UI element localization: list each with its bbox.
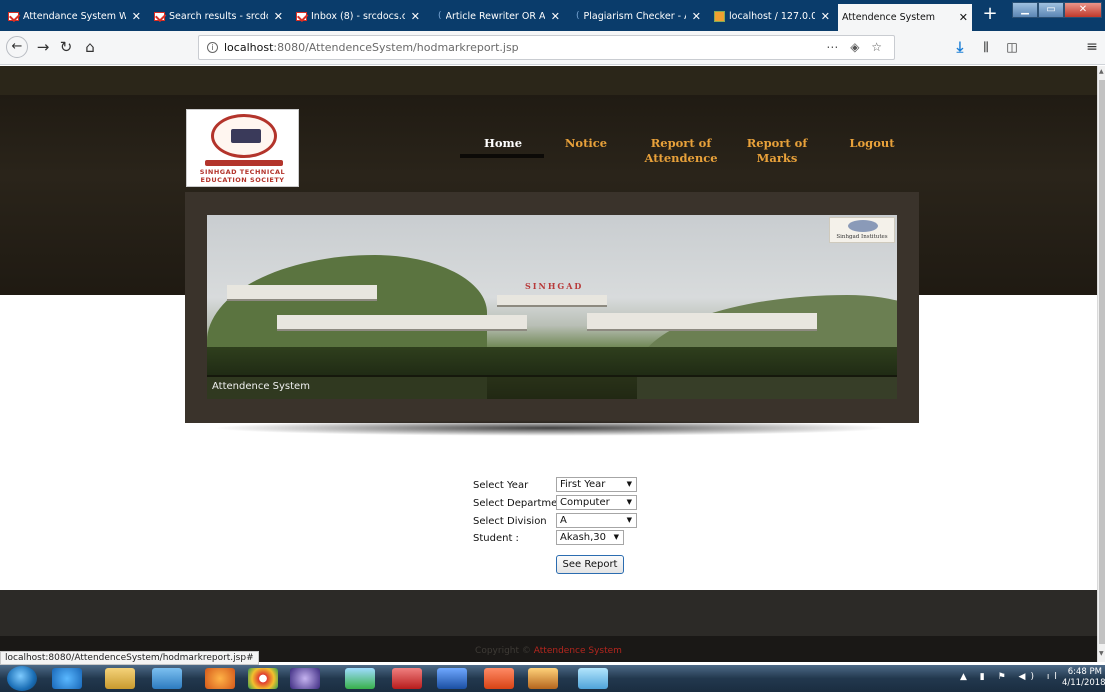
sinhgad-institutes-logo: Sinhgad Institutes bbox=[829, 217, 895, 243]
status-bar-url: localhost:8080/AttendenceSystem/hodmarkr… bbox=[0, 651, 259, 665]
gmail-icon bbox=[296, 11, 307, 21]
scroll-thumb[interactable] bbox=[1099, 80, 1105, 644]
active-menu-indicator bbox=[460, 154, 544, 158]
url-path: :8080/AttendenceSystem/hodmarkreport.jsp bbox=[273, 41, 519, 54]
window-close-icon[interactable]: ✕ bbox=[1064, 2, 1102, 18]
close-icon[interactable]: ✕ bbox=[959, 11, 968, 24]
internet-explorer-icon[interactable] bbox=[52, 668, 82, 689]
web-page: SINHGAD TECHNICAL EDUCATION SOCIETY Home… bbox=[0, 66, 1097, 662]
dropdown-arrow-icon: ▼ bbox=[626, 480, 632, 488]
gmail-icon bbox=[154, 11, 165, 21]
tab-article-rewriter[interactable]: ( Article Rewriter OR Art ✕ bbox=[434, 4, 564, 28]
tab-label: Plagiarism Checker - A bbox=[583, 10, 686, 22]
tab-label: Attendence System bbox=[842, 12, 936, 23]
logo-emblem-icon bbox=[211, 114, 277, 158]
close-icon[interactable]: ✕ bbox=[692, 10, 701, 23]
dropdown-arrow-icon: ▼ bbox=[626, 498, 632, 506]
media-player-icon[interactable] bbox=[152, 668, 182, 689]
menu-report-of-attendence[interactable]: Report of Attendence bbox=[644, 136, 718, 166]
back-icon[interactable]: ← bbox=[6, 36, 28, 58]
page-actions-icon[interactable]: ⋯ ◈ ☆ bbox=[826, 40, 886, 54]
close-icon[interactable]: ✕ bbox=[132, 10, 141, 23]
system-tray-icons[interactable]: ▲ ▮ ⚑ ◀) ıl bbox=[960, 672, 1062, 682]
tab-attendence-system-active[interactable]: Attendence System ✕ bbox=[838, 4, 972, 31]
select-division-label: Select Division bbox=[473, 516, 547, 527]
select-year-label: Select Year bbox=[473, 480, 529, 491]
tab-plagiarism-checker[interactable]: ( Plagiarism Checker - A ✕ bbox=[572, 4, 705, 28]
footer-band bbox=[0, 590, 1097, 636]
year-select[interactable]: First Year ▼ bbox=[556, 477, 637, 492]
campus-banner-image: SINHGAD Sinhgad Institutes Attendence Sy… bbox=[207, 215, 897, 399]
browser-tab-bar: Attendance System W ✕ Search results - s… bbox=[0, 0, 1105, 31]
gmail-icon bbox=[8, 11, 19, 21]
url-bar[interactable]: i localhost:8080/AttendenceSystem/hodmar… bbox=[198, 35, 895, 60]
home-icon[interactable]: ⌂ bbox=[80, 37, 100, 57]
acrobat-icon[interactable] bbox=[392, 668, 422, 689]
generic-icon: ( bbox=[438, 11, 442, 21]
url-host: localhost bbox=[224, 41, 274, 54]
tab-phpmyadmin[interactable]: localhost / 127.0.0.1 / ✕ bbox=[710, 4, 834, 28]
department-select[interactable]: Computer ▼ bbox=[556, 495, 637, 510]
report-form: Select Year First Year ▼ Select Departme… bbox=[473, 475, 673, 574]
sidebar-icon[interactable]: ◫ bbox=[1002, 37, 1022, 57]
tab-label: Search results - srcdoc bbox=[169, 10, 268, 22]
dropdown-arrow-icon: ▼ bbox=[613, 533, 619, 541]
logo-text: SINHGAD TECHNICAL EDUCATION SOCIETY bbox=[199, 168, 286, 184]
scroll-up-icon[interactable]: ▲ bbox=[1099, 68, 1104, 75]
tab-search-results[interactable]: Search results - srcdoc ✕ bbox=[150, 4, 287, 28]
eclipse-icon[interactable] bbox=[290, 668, 320, 689]
menu-notice[interactable]: Notice bbox=[563, 136, 609, 151]
tab-label: Article Rewriter OR Art bbox=[445, 10, 545, 22]
student-label: Student : bbox=[473, 533, 519, 544]
minimize-icon[interactable]: ▁ bbox=[1012, 2, 1038, 18]
banner-caption: Attendence System bbox=[207, 375, 897, 399]
library-icon[interactable]: ⫼ bbox=[976, 37, 996, 57]
xampp-icon[interactable] bbox=[484, 668, 514, 689]
firefox-icon[interactable] bbox=[205, 668, 235, 689]
banner-shadow bbox=[210, 420, 890, 436]
netbeans-icon[interactable] bbox=[528, 668, 558, 689]
division-select[interactable]: A ▼ bbox=[556, 513, 637, 528]
page-scrollbar[interactable]: ▲ ▼ bbox=[1097, 66, 1105, 662]
tab-label: Attendance System W bbox=[23, 10, 126, 22]
close-icon[interactable]: ✕ bbox=[411, 10, 420, 23]
chrome-icon[interactable] bbox=[248, 668, 278, 689]
student-select[interactable]: Akash,30 ▼ bbox=[556, 530, 624, 545]
site-logo[interactable]: SINHGAD TECHNICAL EDUCATION SOCIETY bbox=[186, 109, 299, 187]
new-tab-icon[interactable]: + bbox=[979, 3, 1001, 25]
hamburger-menu-icon[interactable]: ≡ bbox=[1082, 37, 1102, 57]
see-report-button[interactable]: See Report bbox=[556, 555, 624, 574]
tab-label: Inbox (8) - srcdocs.cc bbox=[311, 10, 405, 22]
maximize-icon[interactable]: ▭ bbox=[1038, 2, 1064, 18]
reload-icon[interactable]: ↻ bbox=[56, 37, 76, 57]
scroll-down-icon[interactable]: ▼ bbox=[1099, 650, 1104, 657]
close-icon[interactable]: ✕ bbox=[551, 10, 560, 23]
download-icon[interactable]: ⤓ bbox=[950, 37, 970, 57]
tab-label: localhost / 127.0.0.1 / bbox=[729, 10, 815, 22]
browser-nav-bar: ← → ↻ ⌂ i localhost:8080/AttendenceSyste… bbox=[0, 31, 1105, 65]
paint-icon[interactable] bbox=[578, 668, 608, 689]
start-button[interactable] bbox=[7, 666, 37, 691]
menu-report-of-marks[interactable]: Report of Marks bbox=[731, 136, 823, 166]
banner-sign-text: SINHGAD bbox=[525, 281, 584, 291]
copyright-link[interactable]: Attendence System bbox=[534, 646, 622, 656]
top-strip bbox=[0, 66, 1097, 95]
word-icon[interactable] bbox=[437, 668, 467, 689]
phpmyadmin-icon bbox=[714, 10, 725, 22]
menu-logout[interactable]: Logout bbox=[849, 136, 895, 151]
info-icon[interactable]: i bbox=[207, 42, 218, 53]
menu-home[interactable]: Home bbox=[474, 136, 532, 151]
select-department-label: Select Department bbox=[473, 498, 568, 509]
tab-attendance-system-gmail[interactable]: Attendance System W ✕ bbox=[4, 4, 145, 28]
tab-inbox[interactable]: Inbox (8) - srcdocs.cc ✕ bbox=[292, 4, 424, 28]
system-clock[interactable]: 6:48 PM 4/11/2018 bbox=[1062, 667, 1105, 689]
windows-taskbar: ▲ ▮ ⚑ ◀) ıl 6:48 PM 4/11/2018 bbox=[0, 665, 1105, 692]
file-explorer-icon[interactable] bbox=[105, 668, 135, 689]
forward-icon[interactable]: → bbox=[33, 37, 53, 57]
generic-icon: ( bbox=[576, 11, 580, 21]
close-icon[interactable]: ✕ bbox=[821, 10, 830, 23]
dropdown-arrow-icon: ▼ bbox=[626, 516, 632, 524]
folder-icon[interactable] bbox=[345, 668, 375, 689]
close-icon[interactable]: ✕ bbox=[274, 10, 283, 23]
